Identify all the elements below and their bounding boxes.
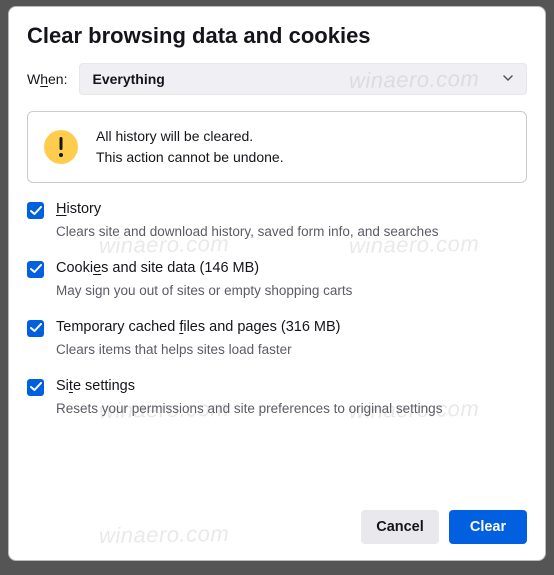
- when-label: When:: [27, 71, 67, 87]
- clear-button[interactable]: Clear: [449, 510, 527, 544]
- when-row: When: Everything: [27, 63, 527, 95]
- option-cache: Temporary cached files and pages (316 MB…: [27, 319, 527, 360]
- dropdown-selected: Everything: [92, 71, 164, 87]
- alert-line1: All history will be cleared.: [96, 126, 284, 147]
- warning-icon: [44, 130, 78, 164]
- checkbox-cache[interactable]: [27, 320, 44, 337]
- option-label[interactable]: Temporary cached files and pages (316 MB…: [56, 319, 527, 335]
- option-cookies: Cookies and site data (146 MB) May sign …: [27, 260, 527, 301]
- checkbox-sitesettings[interactable]: [27, 379, 44, 396]
- alert-line2: This action cannot be undone.: [96, 147, 284, 168]
- option-desc: Clears site and download history, saved …: [56, 223, 527, 242]
- alert-text: All history will be cleared. This action…: [96, 126, 284, 168]
- option-desc: May sign you out of sites or empty shopp…: [56, 282, 527, 301]
- warning-alert: All history will be cleared. This action…: [27, 111, 527, 183]
- option-sitesettings: Site settings Resets your permissions an…: [27, 378, 527, 419]
- clear-data-dialog: Clear browsing data and cookies When: Ev…: [8, 6, 546, 561]
- chevron-down-icon: [502, 71, 514, 87]
- when-dropdown[interactable]: Everything: [79, 63, 527, 95]
- options-list: History Clears site and download history…: [27, 201, 527, 496]
- option-label[interactable]: Cookies and site data (146 MB): [56, 260, 527, 276]
- dialog-footer: Cancel Clear: [27, 496, 527, 560]
- dialog-title: Clear browsing data and cookies: [27, 23, 527, 49]
- option-label[interactable]: History: [56, 201, 527, 217]
- option-desc: Resets your permissions and site prefere…: [56, 400, 527, 419]
- option-desc: Clears items that helps sites load faste…: [56, 341, 527, 360]
- checkbox-history[interactable]: [27, 202, 44, 219]
- checkbox-cookies[interactable]: [27, 261, 44, 278]
- cancel-button[interactable]: Cancel: [361, 510, 439, 544]
- option-history: History Clears site and download history…: [27, 201, 527, 242]
- option-label[interactable]: Site settings: [56, 378, 527, 394]
